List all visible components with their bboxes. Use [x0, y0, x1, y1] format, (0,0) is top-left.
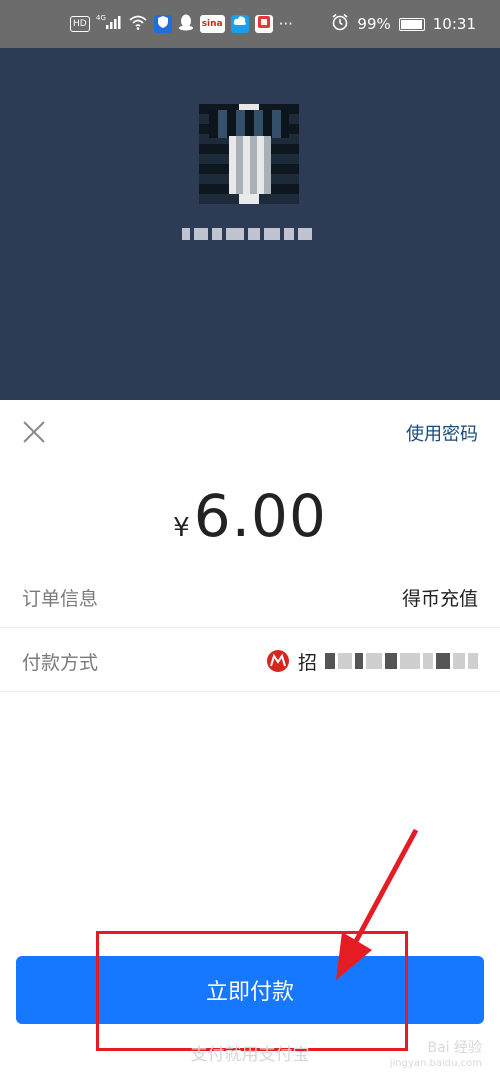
blur-block	[355, 653, 363, 669]
status-bar: HD 4G sina ··· 99% 10:31	[0, 0, 500, 48]
blur-block	[182, 228, 190, 240]
blur-block	[400, 653, 420, 669]
battery-percent: 99%	[357, 15, 391, 33]
amount-value: 6.00	[193, 482, 327, 550]
status-left-icons: HD 4G sina ···	[70, 13, 293, 35]
blur-block	[423, 653, 433, 669]
payment-amount: ¥6.00	[0, 482, 500, 550]
screen: HD 4G sina ··· 99% 10:31 使用密码 ¥6.00 订单信息…	[0, 0, 500, 1083]
wifi-icon	[128, 14, 148, 34]
close-icon	[23, 421, 45, 443]
order-info-value: 得币充值	[401, 587, 478, 610]
cmb-bank-icon	[266, 650, 289, 672]
more-icon: ···	[278, 15, 293, 33]
watermark-text: Bai 经验	[427, 1040, 482, 1056]
currency-symbol: ¥	[173, 513, 190, 543]
blur-block	[298, 228, 312, 240]
blur-block	[248, 228, 260, 240]
blur-block	[338, 653, 352, 669]
sina-icon: sina	[199, 15, 225, 33]
blur-block	[212, 228, 222, 240]
payment-method-prefix: 招	[297, 651, 317, 674]
signal-icon: 4G	[96, 13, 122, 35]
blur-block	[468, 653, 478, 669]
blur-block	[385, 653, 397, 669]
blur-block	[284, 228, 294, 240]
hd-icon: HD	[70, 16, 90, 32]
payment-method-row[interactable]: 付款方式 招	[22, 630, 478, 692]
profile-header	[0, 48, 500, 400]
blur-block	[453, 653, 465, 669]
blur-block	[436, 653, 450, 669]
order-info-row: 订单信息 得币充值	[22, 566, 478, 628]
cloud-icon	[230, 15, 249, 33]
payment-sheet: 使用密码 ¥6.00 订单信息 得币充值 付款方式 招 立即付款 支付就用支付宝…	[0, 400, 500, 1083]
status-time: 10:31	[432, 15, 476, 33]
divider	[0, 627, 500, 628]
payment-method-label: 付款方式	[22, 651, 99, 674]
blur-block	[325, 653, 335, 669]
account-blurred	[325, 653, 478, 669]
avatar	[199, 104, 299, 204]
watermark-sub: jingyan.baidu.com	[389, 1058, 482, 1069]
app-icon	[254, 15, 273, 33]
shield-icon	[153, 15, 172, 33]
blur-block	[226, 228, 244, 240]
annotation-arrow-icon	[336, 828, 419, 980]
network-type-label: 4G	[96, 14, 106, 22]
battery-icon	[398, 17, 425, 31]
blur-block	[366, 653, 382, 669]
blur-block	[264, 228, 280, 240]
status-right-icons: 99% 10:31	[331, 13, 476, 35]
baidu-jingyan-watermark: Bai 经验 jingyan.baidu.com	[390, 1040, 482, 1072]
avatar-face-pixels	[229, 136, 271, 194]
username-blurred	[182, 228, 312, 240]
blur-block	[194, 228, 208, 240]
penguin-icon	[178, 13, 194, 35]
avatar-hair-pixels	[209, 110, 289, 138]
payment-method-value[interactable]: 招	[266, 648, 478, 675]
divider	[0, 691, 500, 692]
use-password-link[interactable]: 使用密码	[406, 420, 478, 446]
close-button[interactable]	[20, 418, 48, 446]
order-info-label: 订单信息	[22, 587, 99, 610]
alarm-icon	[331, 13, 349, 35]
